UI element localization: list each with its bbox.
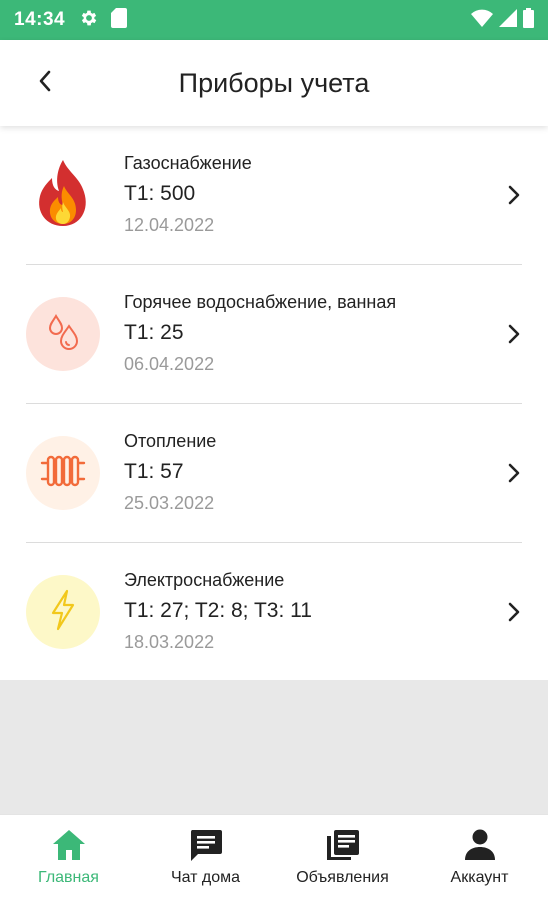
meter-icon-wrap <box>26 158 100 232</box>
chat-icon <box>186 827 226 863</box>
water-drops-icon <box>43 312 83 357</box>
meter-value: T1: 500 <box>124 182 196 205</box>
nav-label: Главная <box>38 869 99 886</box>
signal-icon <box>499 8 517 32</box>
chevron-left-icon <box>37 70 53 97</box>
status-time: 14:34 <box>14 9 66 30</box>
page-title: Приборы учета <box>178 67 370 98</box>
meter-icon-wrap <box>26 575 100 649</box>
chevron-right-icon <box>504 460 524 486</box>
meter-icon-wrap <box>26 297 100 371</box>
wifi-icon <box>471 9 493 32</box>
nav-label: Объявления <box>296 869 389 886</box>
status-bar: 14:34 <box>0 0 548 40</box>
radiator-icon <box>40 454 86 493</box>
meter-value: T1: 27; T2: 8; T3: 11 <box>124 599 312 622</box>
lightning-icon <box>48 589 78 636</box>
nav-item-announcements[interactable]: Объявления <box>274 815 411 900</box>
meter-title: Электроснабжение <box>124 570 285 590</box>
home-icon <box>49 827 89 863</box>
meter-item-electricity[interactable]: Электроснабжение T1: 27; T2: 8; T3: 11 1… <box>0 543 548 682</box>
meter-item-gas[interactable]: Газоснабжение T1: 500 12.04.2022 <box>0 126 548 265</box>
nav-item-home[interactable]: Главная <box>0 815 137 900</box>
chevron-right-icon <box>504 182 524 208</box>
meter-date: 18.03.2022 <box>124 632 215 652</box>
meter-list: Газоснабжение T1: 500 12.04.2022 Горячее… <box>0 126 548 682</box>
meter-item-hot-water[interactable]: Горячее водоснабжение, ванная T1: 25 06.… <box>0 265 548 404</box>
nav-label: Аккаунт <box>450 869 509 886</box>
empty-area <box>0 680 548 814</box>
meter-value: T1: 57 <box>124 460 184 483</box>
fire-icon <box>34 158 92 233</box>
meter-title: Горячее водоснабжение, ванная <box>124 292 397 312</box>
bottom-nav: Главная Чат дома Объявления Аккаунт <box>0 814 548 900</box>
meter-title: Газоснабжение <box>124 153 252 173</box>
news-icon <box>323 827 363 863</box>
nav-item-chat[interactable]: Чат дома <box>137 815 274 900</box>
meter-icon-wrap <box>26 436 100 510</box>
sd-card-icon <box>111 7 128 33</box>
battery-icon <box>523 7 534 33</box>
meter-date: 06.04.2022 <box>124 354 215 374</box>
meter-date: 12.04.2022 <box>124 215 215 235</box>
app-bar: Приборы учета <box>0 40 548 126</box>
chevron-right-icon <box>504 321 524 347</box>
back-button[interactable] <box>28 64 62 102</box>
meter-title: Отопление <box>124 431 217 451</box>
meter-value: T1: 25 <box>124 321 184 344</box>
chevron-right-icon <box>504 599 524 625</box>
meter-date: 25.03.2022 <box>124 493 215 513</box>
account-icon <box>460 827 500 863</box>
gear-icon <box>79 8 99 33</box>
nav-label: Чат дома <box>170 869 241 886</box>
meter-item-heating[interactable]: Отопление T1: 57 25.03.2022 <box>0 404 548 543</box>
nav-item-account[interactable]: Аккаунт <box>411 815 548 900</box>
